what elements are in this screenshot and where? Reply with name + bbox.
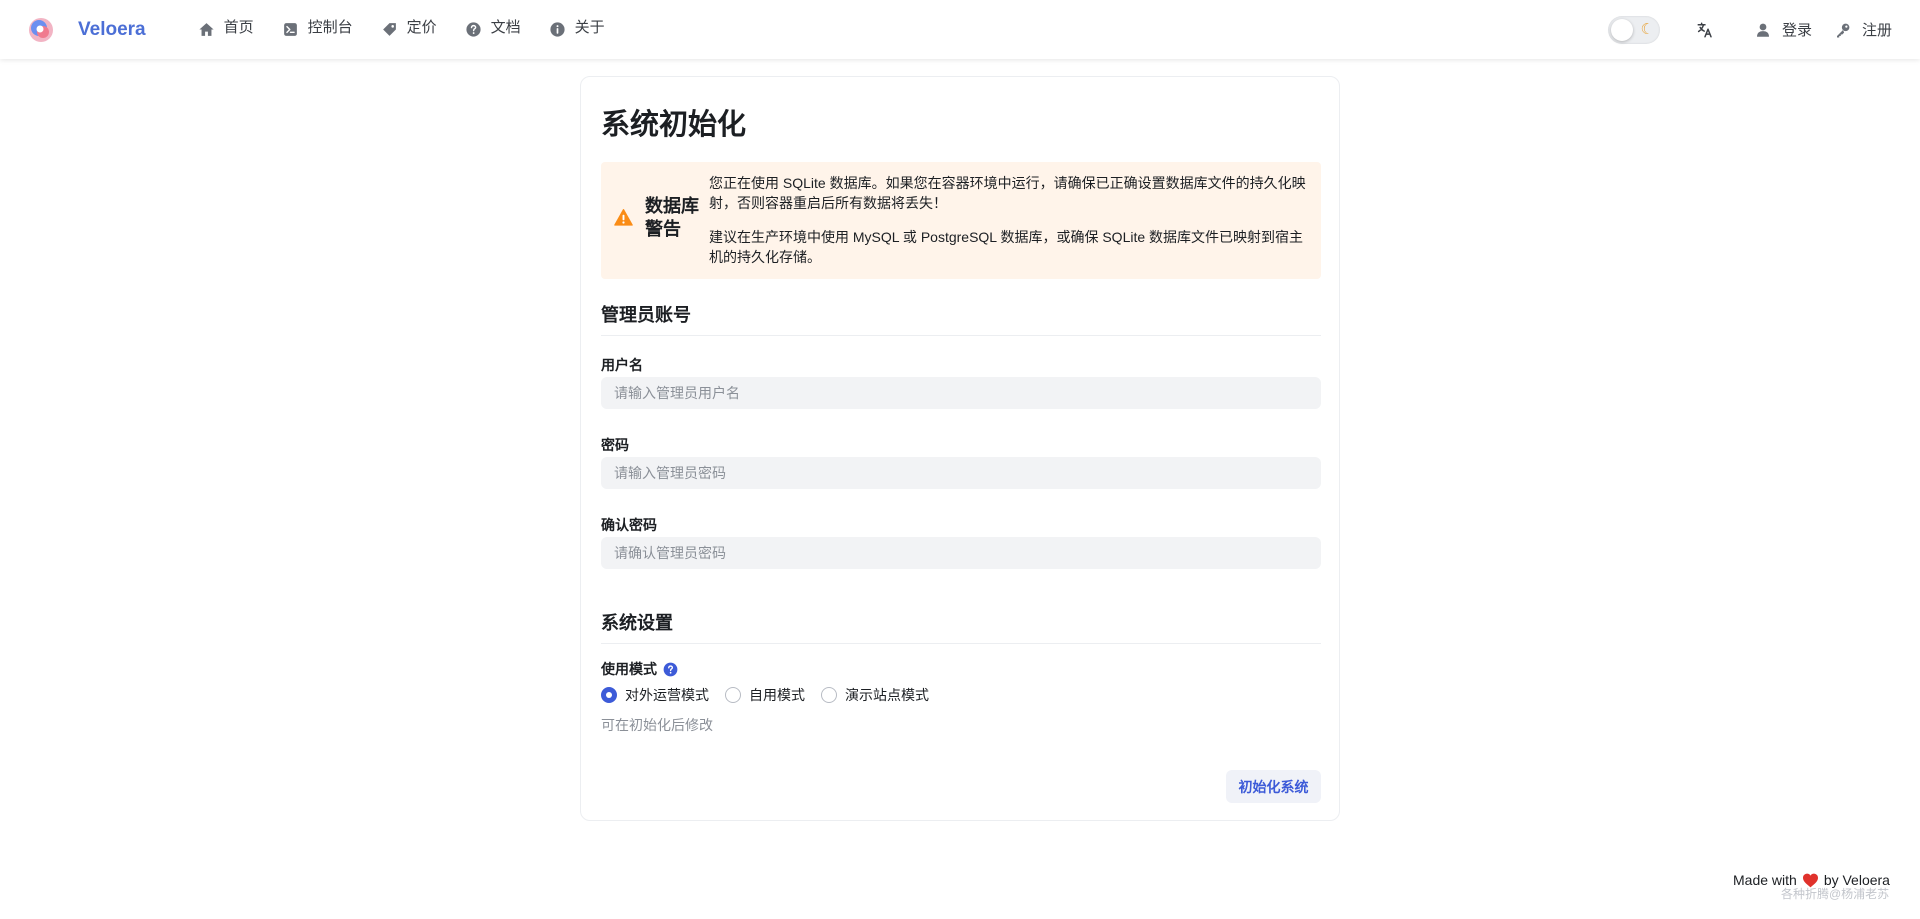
radio-option-public[interactable]: 对外运营模式 (601, 685, 709, 705)
theme-toggle[interactable]: ☾ (1607, 15, 1660, 44)
login-button[interactable]: 登录 (1754, 19, 1812, 40)
warning-paragraph: 建议在生产环境中使用 MySQL 或 PostgreSQL 数据库，或确保 SQ… (709, 229, 1304, 265)
confirm-password-label: 确认密码 (601, 517, 657, 533)
usage-mode-label: 使用模式 (601, 659, 678, 679)
terminal-icon (283, 23, 297, 36)
nav-item-label: 定价 (406, 19, 437, 36)
password-label: 密码 (601, 437, 629, 453)
language-switch-button[interactable] (1696, 21, 1714, 39)
header-tools: ☾ 登录 注册 (1607, 15, 1892, 44)
moon-icon: ☾ (1640, 20, 1654, 38)
price-tag-icon (382, 23, 396, 36)
translate-icon (1697, 22, 1712, 37)
watermark-text: 各种折腾@杨浦老苏 (1781, 887, 1890, 901)
radio-unchecked (725, 687, 741, 703)
help-icon[interactable] (663, 662, 678, 677)
mode-hint-text: 可在初始化后修改 (601, 717, 713, 733)
radio-option-self-use[interactable]: 自用模式 (725, 685, 805, 705)
initialize-system-button[interactable]: 初始化系统 (1226, 770, 1321, 803)
top-navigation-bar: Veloera 首页 控制台 定价 文档 关于 ☾ 登录 注册 (0, 0, 1920, 59)
key-icon (1836, 23, 1850, 37)
nav-item-label: 控制台 (307, 19, 353, 36)
page-title: 系统初始化 (601, 109, 747, 141)
nav-item-label: 文档 (490, 19, 521, 36)
nav-item-pricing[interactable]: 定价 (369, 0, 449, 59)
info-circle-icon (550, 22, 565, 37)
radio-label: 自用模式 (749, 687, 805, 703)
radio-unchecked (821, 687, 837, 703)
warning-paragraph: 您正在使用 SQLite 数据库。如果您在容器环境中运行，请确保已正确设置数据库… (709, 175, 1306, 211)
database-warning-banner: 数据库警告 您正在使用 SQLite 数据库。如果您在容器环境中运行，请确保已正… (601, 162, 1321, 279)
radio-checked (601, 687, 617, 703)
warning-text: 您正在使用 SQLite 数据库。如果您在容器环境中运行，请确保已正确设置数据库… (709, 173, 1309, 267)
radio-label: 对外运营模式 (625, 687, 709, 703)
usage-mode-text: 使用模式 (601, 661, 657, 677)
nav-item-home[interactable]: 首页 (186, 0, 266, 59)
setup-card: 系统初始化 数据库警告 您正在使用 SQLite 数据库。如果您在容器环境中运行… (580, 76, 1340, 821)
confirm-password-input[interactable] (601, 537, 1321, 569)
system-section-title: 系统设置 (601, 609, 1321, 644)
radio-option-demo[interactable]: 演示站点模式 (821, 685, 929, 705)
theme-toggle-knob (1610, 18, 1633, 41)
register-label: 注册 (1861, 22, 1892, 39)
question-circle-icon (466, 22, 481, 37)
register-button[interactable]: 注册 (1834, 19, 1892, 40)
brand-name: Veloera (78, 18, 146, 40)
username-label: 用户名 (601, 357, 643, 373)
nav-item-about[interactable]: 关于 (537, 0, 617, 59)
password-input[interactable] (601, 457, 1321, 489)
login-label: 登录 (1781, 22, 1812, 39)
veloera-logo-icon (29, 17, 53, 42)
brand-home-link[interactable]: Veloera (27, 16, 146, 44)
nav-item-docs[interactable]: 文档 (453, 0, 533, 59)
nav-item-label: 首页 (223, 19, 254, 36)
home-icon (199, 23, 214, 36)
main-nav: 首页 控制台 定价 文档 关于 (186, 0, 621, 59)
user-icon (1756, 23, 1769, 37)
admin-section-title: 管理员账号 (601, 301, 1321, 336)
warning-triangle-icon (614, 208, 633, 226)
username-input[interactable] (601, 377, 1321, 409)
usage-mode-radio-group: 对外运营模式 自用模式 演示站点模式 (601, 685, 945, 705)
nav-item-console[interactable]: 控制台 (270, 0, 365, 59)
radio-label: 演示站点模式 (845, 687, 929, 703)
warning-title: 数据库警告 (645, 196, 699, 239)
nav-item-label: 关于 (574, 19, 605, 36)
